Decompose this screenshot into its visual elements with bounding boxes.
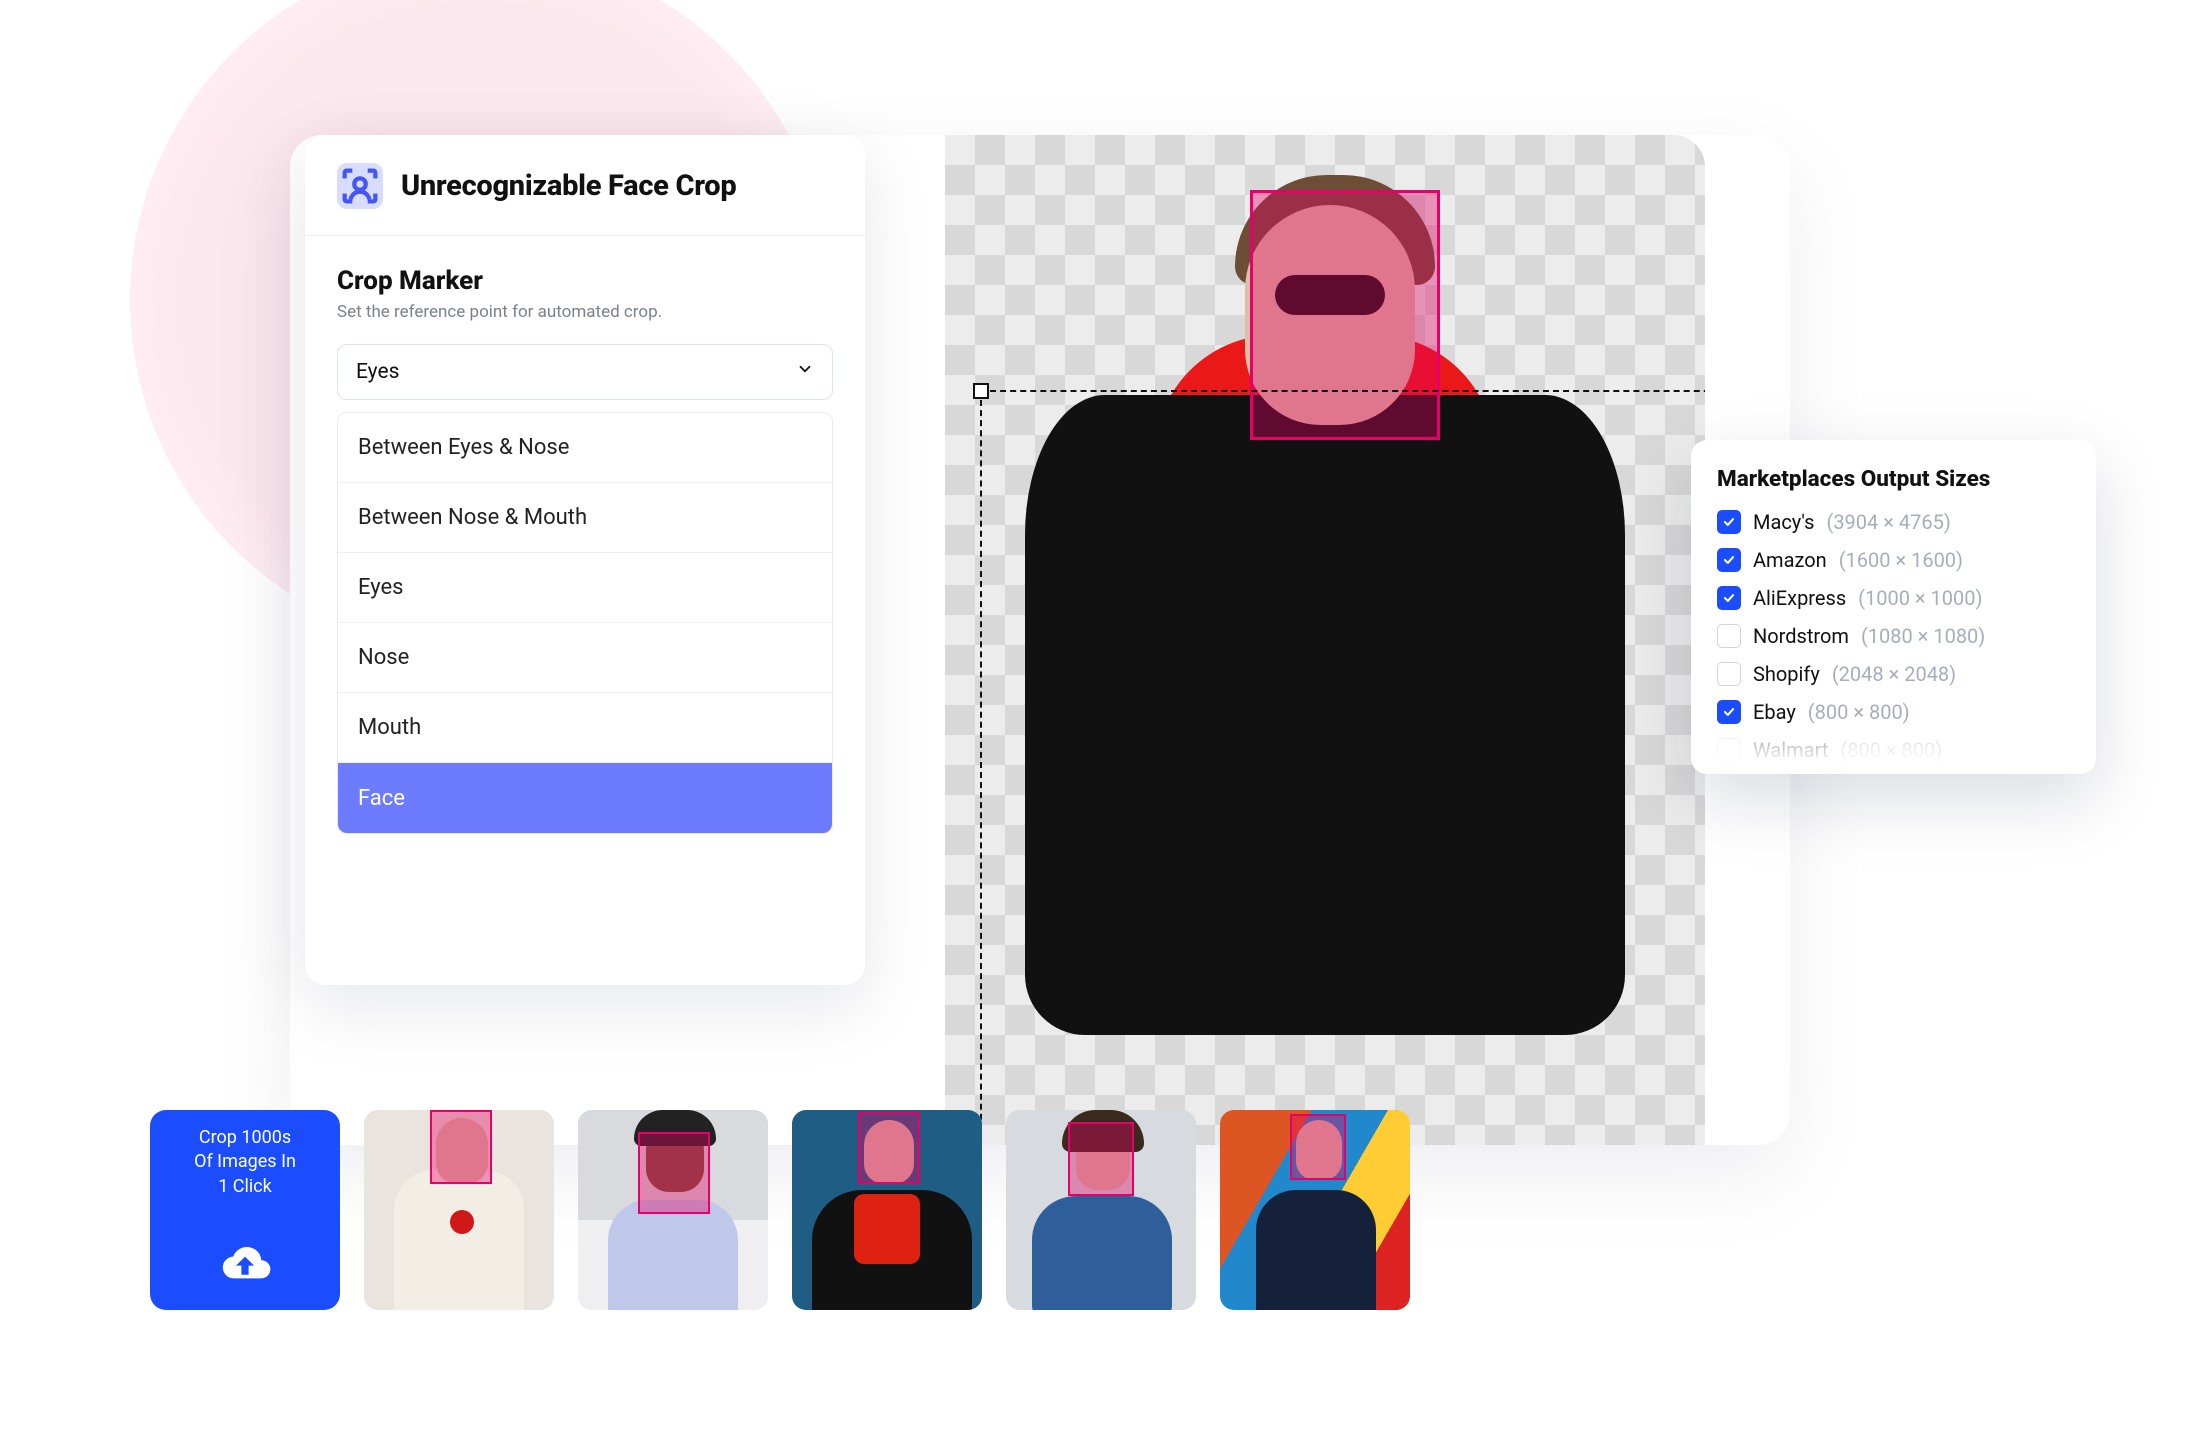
option-between-eyes-nose[interactable]: Between Eyes & Nose — [338, 413, 832, 483]
marketplaces-title: Marketplaces Output Sizes — [1717, 466, 2070, 492]
chevron-down-icon — [796, 360, 814, 384]
option-between-nose-mouth[interactable]: Between Nose & Mouth — [338, 483, 832, 553]
checkbox-amazon[interactable] — [1717, 548, 1741, 572]
thumbnail-1[interactable] — [364, 1110, 554, 1310]
popover-fade — [1691, 728, 2096, 774]
crop-marker-description: Set the reference point for automated cr… — [337, 302, 833, 322]
marketplace-row-macys[interactable]: Macy's (3904 × 4765) — [1717, 510, 2070, 534]
checkbox-ebay[interactable] — [1717, 700, 1741, 724]
option-mouth[interactable]: Mouth — [338, 693, 832, 763]
checkbox-nordstrom[interactable] — [1717, 624, 1741, 648]
cta-text: Crop 1000s Of Images In 1 Click — [194, 1126, 296, 1199]
image-preview[interactable] — [945, 135, 1705, 1145]
thumbnail-5[interactable] — [1220, 1110, 1410, 1310]
option-eyes[interactable]: Eyes — [338, 553, 832, 623]
thumbnail-2[interactable] — [578, 1110, 768, 1310]
crop-settings-panel: Unrecognizable Face Crop Crop Marker Set… — [305, 135, 865, 985]
option-face[interactable]: Face — [338, 763, 832, 833]
cloud-upload-icon — [216, 1237, 274, 1294]
face-crop-icon — [337, 163, 383, 209]
crop-marker-options: Between Eyes & Nose Between Nose & Mouth… — [337, 412, 833, 834]
checkbox-macys[interactable] — [1717, 510, 1741, 534]
marketplace-row-aliexpress[interactable]: AliExpress (1000 × 1000) — [1717, 586, 2070, 610]
checkbox-shopify[interactable] — [1717, 662, 1741, 686]
option-nose[interactable]: Nose — [338, 623, 832, 693]
crop-marquee[interactable] — [980, 390, 1705, 1145]
bulk-crop-cta[interactable]: Crop 1000s Of Images In 1 Click — [150, 1110, 340, 1310]
thumbnail-3[interactable] — [792, 1110, 982, 1310]
thumbnail-strip: Crop 1000s Of Images In 1 Click — [150, 1110, 1410, 1310]
thumbnail-4[interactable] — [1006, 1110, 1196, 1310]
crop-marker-heading: Crop Marker — [337, 266, 833, 296]
marketplace-row-amazon[interactable]: Amazon (1600 × 1600) — [1717, 548, 2070, 572]
panel-title: Unrecognizable Face Crop — [401, 169, 736, 203]
checkbox-aliexpress[interactable] — [1717, 586, 1741, 610]
marketplace-row-nordstrom[interactable]: Nordstrom (1080 × 1080) — [1717, 624, 2070, 648]
marketplace-row-ebay[interactable]: Ebay (800 × 800) — [1717, 700, 2070, 724]
marketplaces-popover: Marketplaces Output Sizes Macy's (3904 ×… — [1691, 440, 2096, 774]
panel-header: Unrecognizable Face Crop — [305, 135, 865, 236]
crop-handle-top-left[interactable] — [973, 383, 989, 399]
marketplace-row-shopify[interactable]: Shopify (2048 × 2048) — [1717, 662, 2070, 686]
crop-marker-select-value: Eyes — [356, 360, 399, 384]
crop-marker-select[interactable]: Eyes — [337, 344, 833, 400]
